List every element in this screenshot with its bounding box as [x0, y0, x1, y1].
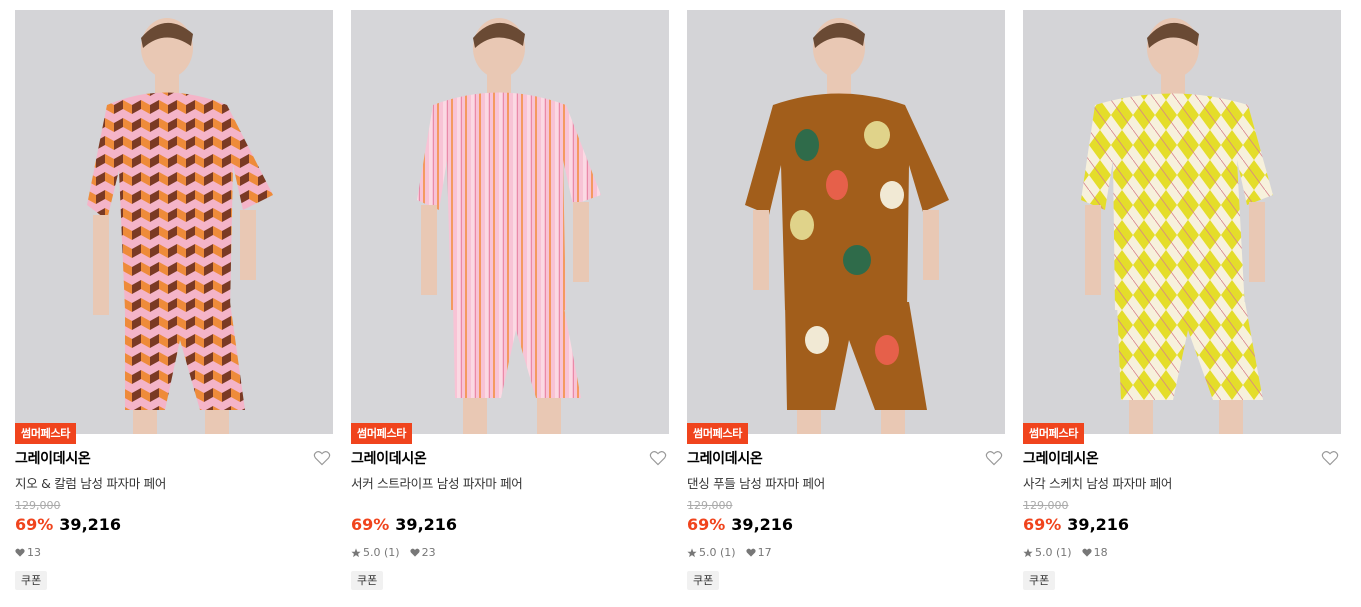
sale-price: 39,216: [731, 515, 794, 534]
product-card[interactable]: 썸머페스타 그레이데시온 지오 & 칼럼 남성 파자마 페어 129,000 6…: [15, 10, 333, 600]
product-image[interactable]: [351, 10, 669, 434]
heart-outline-icon[interactable]: [1321, 450, 1339, 466]
product-name[interactable]: 댄싱 푸들 남성 파자마 페어: [687, 473, 825, 492]
product-grid: 썸머페스타 그레이데시온 지오 & 칼럼 남성 파자마 페어 129,000 6…: [0, 0, 1361, 607]
discount-rate: 69%: [687, 515, 726, 534]
discount-rate: 69%: [15, 515, 54, 534]
rating: 5.0 (1): [699, 546, 736, 559]
product-name[interactable]: 서커 스트라이프 남성 파자마 페어: [351, 473, 523, 492]
like-count: 17: [757, 546, 772, 559]
product-meta: 13: [15, 546, 51, 559]
product-name[interactable]: 지오 & 칼럼 남성 파자마 페어: [15, 473, 166, 492]
sale-price: 39,216: [395, 515, 458, 534]
sale-price: 39,216: [59, 515, 122, 534]
promo-badge: 썸머페스타: [1023, 423, 1085, 444]
model-photo-argyle: [1023, 10, 1341, 434]
price-row: 69% 39,216: [15, 515, 121, 534]
promo-badge: 썸머페스타: [351, 423, 413, 444]
heart-outline-icon[interactable]: [985, 450, 1003, 466]
model-photo-stripe: [351, 10, 669, 434]
original-price: 129,000: [15, 499, 61, 512]
product-image[interactable]: [15, 10, 333, 434]
heart-filled-icon: [745, 548, 756, 557]
like-count: 23: [421, 546, 436, 559]
star-icon: [687, 547, 697, 557]
product-card[interactable]: 썸머페스타 그레이데시온 사각 스케치 남성 파자마 페어 129,000 69…: [1023, 10, 1341, 600]
product-meta: 5.0 (1) 23: [351, 546, 446, 559]
brand-name[interactable]: 그레이데시온: [1023, 448, 1099, 468]
product-meta: 5.0 (1) 18: [1023, 546, 1118, 559]
product-card[interactable]: 썸머페스타 그레이데시온 댄싱 푸들 남성 파자마 페어 129,000 69%…: [687, 10, 1005, 600]
rating: 5.0 (1): [1035, 546, 1072, 559]
heart-filled-icon: [1081, 548, 1092, 557]
brand-name[interactable]: 그레이데시온: [351, 448, 427, 468]
heart-filled-icon: [15, 548, 25, 557]
brand-name[interactable]: 그레이데시온: [15, 448, 91, 468]
coupon-badge: 쿠폰: [687, 571, 720, 590]
promo-badge: 썸머페스타: [15, 423, 77, 444]
coupon-badge: 쿠폰: [1023, 571, 1056, 590]
product-meta: 5.0 (1) 17: [687, 546, 782, 559]
model-photo-geometric: [15, 10, 333, 434]
promo-badge: 썸머페스타: [687, 423, 749, 444]
rating: 5.0 (1): [363, 546, 400, 559]
heart-outline-icon[interactable]: [313, 450, 331, 466]
price-row: 69% 39,216: [687, 515, 793, 534]
sale-price: 39,216: [1067, 515, 1130, 534]
coupon-badge: 쿠폰: [15, 571, 48, 590]
product-card[interactable]: 썸머페스타 그레이데시온 서커 스트라이프 남성 파자마 페어 69% 39,21…: [351, 10, 669, 600]
discount-rate: 69%: [351, 515, 390, 534]
brand-name[interactable]: 그레이데시온: [687, 448, 763, 468]
star-icon: [351, 547, 361, 557]
model-photo-print: [687, 10, 1005, 434]
coupon-badge: 쿠폰: [351, 571, 384, 590]
product-name[interactable]: 사각 스케치 남성 파자마 페어: [1023, 473, 1172, 492]
product-image[interactable]: [687, 10, 1005, 434]
product-image[interactable]: [1023, 10, 1341, 434]
price-row: 69% 39,216: [1023, 515, 1129, 534]
like-count: 18: [1093, 546, 1108, 559]
like-count: 13: [27, 546, 41, 559]
discount-rate: 69%: [1023, 515, 1062, 534]
original-price: 129,000: [687, 499, 733, 512]
star-icon: [1023, 547, 1033, 557]
original-price: 129,000: [1023, 499, 1069, 512]
heart-outline-icon[interactable]: [649, 450, 667, 466]
heart-filled-icon: [409, 548, 420, 557]
price-row: 69% 39,216: [351, 515, 457, 534]
